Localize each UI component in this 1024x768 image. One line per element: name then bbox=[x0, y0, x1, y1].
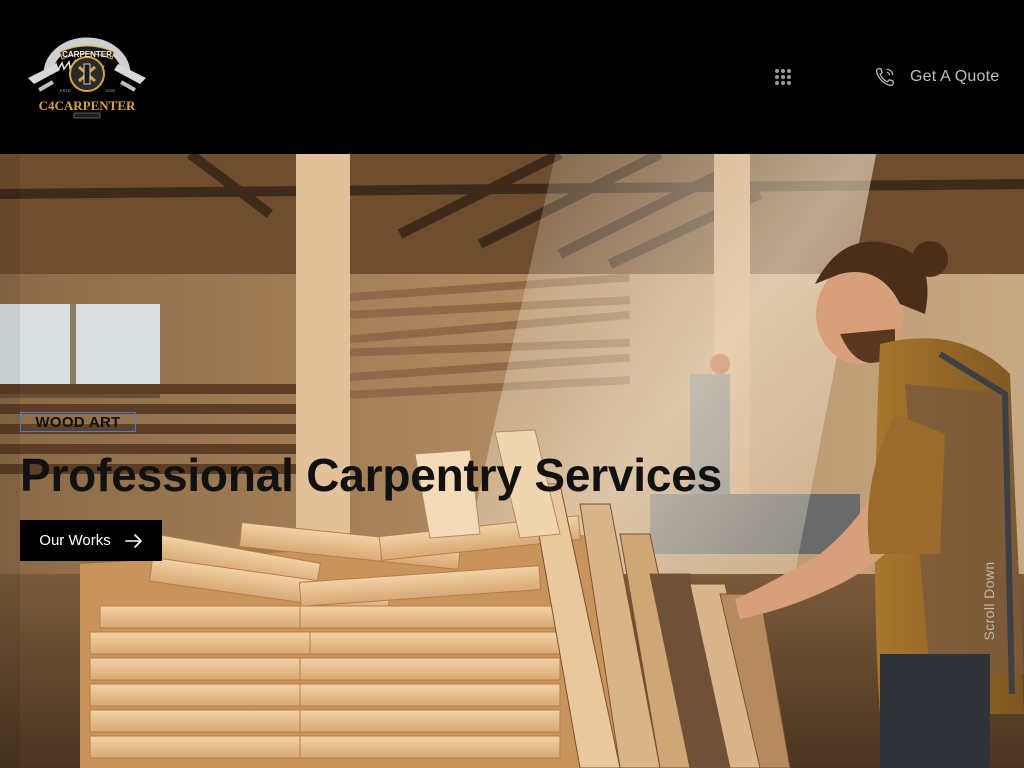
our-works-button[interactable]: Our Works bbox=[20, 520, 162, 561]
grid-menu-button[interactable] bbox=[773, 67, 793, 87]
site-header: CARPENTER ESTD 2025 C4CARPENTER Get A Qu… bbox=[0, 0, 1024, 154]
grid-dots-icon bbox=[775, 69, 791, 85]
logo-brand-text: C4CARPENTER bbox=[39, 98, 136, 113]
hero-title: Professional Carpentry Services bbox=[20, 449, 723, 501]
phone-icon bbox=[875, 68, 894, 87]
get-quote-link[interactable]: Get A Quote bbox=[874, 64, 999, 90]
hero-tag-label: WOOD ART bbox=[35, 413, 121, 431]
scroll-down-label: Scroll Down bbox=[981, 561, 997, 641]
logo-est-left: ESTD bbox=[60, 88, 71, 93]
hero-section: WOOD ART Professional Carpentry Services… bbox=[0, 154, 1024, 768]
our-works-label: Our Works bbox=[39, 532, 111, 549]
logo-est-right: 2025 bbox=[106, 88, 116, 93]
scroll-down-link[interactable]: Scroll Down bbox=[978, 536, 1000, 666]
get-quote-label: Get A Quote bbox=[910, 68, 1000, 85]
logo-arc-text: CARPENTER bbox=[62, 50, 112, 59]
arrow-right-icon bbox=[124, 533, 142, 548]
brand-logo[interactable]: CARPENTER ESTD 2025 C4CARPENTER bbox=[26, 34, 148, 124]
hero-tag-badge: WOOD ART bbox=[20, 412, 136, 432]
logo-emblem-icon: CARPENTER ESTD 2025 C4CARPENTER bbox=[28, 37, 146, 119]
